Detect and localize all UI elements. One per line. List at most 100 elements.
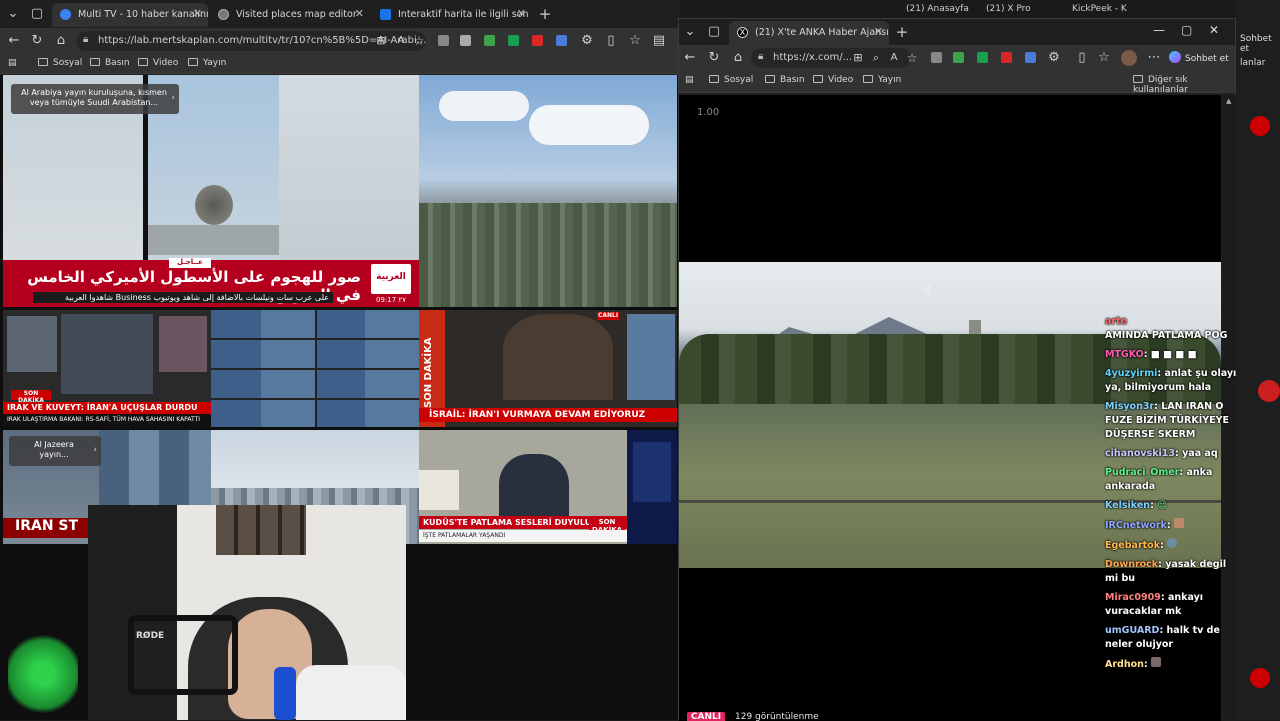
channel-avatar[interactable] [1250, 116, 1270, 136]
new-tab-icon[interactable]: + [893, 23, 911, 41]
address-bar-row: ← ↻ ⌂ 🔒︎ https://lab.mertskaplan.com/mul… [0, 28, 680, 54]
mic-brand-label: RØDE [136, 631, 165, 641]
skyline-stream[interactable] [419, 75, 677, 307]
back-icon[interactable]: ← [5, 32, 23, 50]
app-available-icon[interactable]: ⊞ [372, 32, 390, 50]
haberturk-stream[interactable]: KUDÜS'TE PATLAMA SESLERİ DUYULUYOR SON D… [419, 430, 627, 544]
bookmark-folder-yayin[interactable]: Yayın [188, 58, 226, 68]
background-window-tabs: (21) Anasayfa (21) X Pro KickPeek - K [866, 0, 1236, 18]
favorites-icon[interactable]: ☆ [1095, 49, 1113, 67]
extension-icon[interactable] [508, 35, 519, 46]
bookmark-folder-video[interactable]: Video [813, 75, 853, 85]
extension-icon[interactable] [977, 52, 988, 63]
side-camera [627, 314, 675, 400]
presenter-figure [503, 314, 613, 400]
bookmark-folder-basin[interactable]: Basın [90, 58, 130, 68]
sidebar-toggle-icon[interactable]: ▤ [685, 75, 694, 85]
bookmark-label: Yayın [878, 75, 902, 85]
split-screen-icon[interactable]: ▯ [1073, 49, 1091, 67]
bookmark-folder-other[interactable]: Diğer sık kullanılanlar [1133, 75, 1235, 95]
ntv-stream[interactable]: SON DAKİKA CANLI İSRAİL: İRAN'I VURMAYA … [419, 310, 677, 427]
tab-strip: ⌄ ▢ Multi TV - 10 haber kanalını a ✕ Vis… [0, 0, 680, 28]
maximize-icon[interactable]: ▢ [1181, 23, 1192, 37]
chat-button-label[interactable]: Sohbet et [1240, 34, 1280, 54]
close-icon[interactable]: ✕ [517, 7, 526, 20]
close-icon[interactable]: ✕ [193, 7, 202, 20]
favorite-star-icon[interactable]: ☆ [903, 49, 921, 67]
collections-icon[interactable]: ▤ [650, 32, 668, 50]
close-icon[interactable]: ✕ [355, 7, 364, 20]
bookmark-folder-basin[interactable]: Basın [765, 75, 805, 85]
right-browser-window: ⌄ ▢ X (21) X'te ANKA Haber Ajansı: "İnci… [678, 18, 1236, 721]
side-news-stream[interactable] [627, 430, 677, 544]
cnnturk-stream[interactable]: SON DAKİKA IRAK VE KUVEYT: İRAN'A UÇUŞLA… [3, 310, 211, 427]
more-options-icon[interactable]: ⋯ [1145, 49, 1163, 67]
bookmark-folder-sosyal[interactable]: Sosyal [709, 75, 753, 85]
scroll-up-icon[interactable]: ▲ [1226, 97, 1231, 105]
tab-multitv[interactable]: Multi TV - 10 haber kanalını a ✕ [52, 3, 208, 27]
extension-icon[interactable] [1025, 52, 1036, 63]
chat-username: 4yuzyirmi [1105, 368, 1158, 379]
extension-icon[interactable] [438, 35, 449, 46]
video-info-overlay[interactable]: Al Arabiya yayın kuruluşuna, kısmen veya… [11, 84, 179, 114]
channel-avatar[interactable] [1250, 668, 1270, 688]
close-icon[interactable]: ✕ [874, 25, 883, 38]
favorites-icon[interactable]: ☆ [626, 32, 644, 50]
extensions-puzzle-icon[interactable]: ⚙ [1045, 49, 1063, 67]
app-available-icon[interactable]: ⊞ [849, 49, 867, 67]
video-info-overlay[interactable]: Al Jazeera yayın... › [9, 436, 101, 466]
news-lower-third: عــاجـل صور للهجوم على الأسطول الأميركي … [3, 258, 419, 307]
extension-icon[interactable] [532, 35, 543, 46]
close-window-icon[interactable]: ✕ [1209, 23, 1219, 37]
extension-icon[interactable] [460, 35, 471, 46]
channel-avatar[interactable] [1258, 380, 1280, 402]
split-screen-icon[interactable]: ▯ [602, 32, 620, 50]
avatar[interactable] [1121, 50, 1137, 66]
extension-icon[interactable] [953, 52, 964, 63]
tab-x-anka[interactable]: X (21) X'te ANKA Haber Ajansı: "İnci ✕ [729, 21, 889, 45]
new-tab-icon[interactable]: + [536, 5, 554, 23]
favorite-star-icon[interactable]: ☆ [410, 32, 428, 50]
refresh-icon[interactable]: ↻ [28, 32, 46, 50]
background-tab[interactable]: (21) Anasayfa [906, 4, 969, 14]
chat-text: ■ ■ ■ ■ [1150, 349, 1197, 360]
tab-visited-places[interactable]: Visited places map editor ✕ [210, 3, 370, 27]
tab-actions-icon[interactable]: ⌄ [4, 5, 22, 23]
background-tab[interactable]: (21) X Pro [986, 4, 1031, 14]
extension-icon[interactable] [931, 52, 942, 63]
chat-message: Mirac0909: ankayı vuracaklar mk [1105, 592, 1204, 617]
video-info-text: Al Arabiya yayın kuruluşuna, kısmen veya… [21, 88, 167, 107]
zoom-icon[interactable]: ⌕ [867, 49, 885, 67]
extensions-puzzle-icon[interactable]: ⚙ [578, 32, 596, 50]
blue-bottle [274, 667, 296, 720]
extension-icon[interactable] [1001, 52, 1012, 63]
minimize-icon[interactable]: — [1153, 23, 1165, 37]
bookmark-folder-sosyal[interactable]: Sosyal [38, 58, 82, 68]
tab-interaktif-harita[interactable]: Interaktif harita ile ilgili son İran ha… [372, 3, 532, 27]
microphone-arm [128, 615, 238, 695]
webcams-stream[interactable] [211, 310, 419, 427]
left-browser-window: ⌄ ▢ Multi TV - 10 haber kanalını a ✕ Vis… [0, 0, 680, 720]
extension-icon[interactable] [556, 35, 567, 46]
chat-message: MTGKO: ■ ■ ■ ■ [1105, 349, 1197, 360]
tab-actions-icon[interactable]: ⌄ [681, 23, 699, 41]
copilot-chat-button[interactable]: Sohbet et [1169, 51, 1229, 64]
city-blocks [419, 203, 677, 307]
back-icon[interactable]: ← [681, 49, 699, 67]
alarabiya-logo: العربية [371, 264, 411, 294]
background-tab[interactable]: KickPeek - K [1072, 4, 1127, 14]
site-fav-icon [380, 9, 391, 20]
refresh-icon[interactable]: ↻ [705, 49, 723, 67]
workspaces-icon[interactable]: ▢ [28, 5, 46, 23]
alarabiya-stream[interactable]: Al Arabiya yayın kuruluşuna, kısmen veya… [3, 75, 419, 307]
sidebar-toggle-icon[interactable]: ▤ [8, 58, 17, 68]
extension-icon[interactable] [484, 35, 495, 46]
bookmark-folder-video[interactable]: Video [138, 58, 178, 68]
home-icon[interactable]: ⌂ [729, 49, 747, 67]
home-icon[interactable]: ⌂ [52, 32, 70, 50]
read-aloud-icon[interactable]: A [885, 49, 903, 67]
url-text: https://x.com/... [773, 52, 853, 63]
bookmark-folder-yayin[interactable]: Yayın [863, 75, 901, 85]
workspaces-icon[interactable]: ▢ [705, 23, 723, 41]
read-aloud-icon[interactable]: A [392, 32, 410, 50]
